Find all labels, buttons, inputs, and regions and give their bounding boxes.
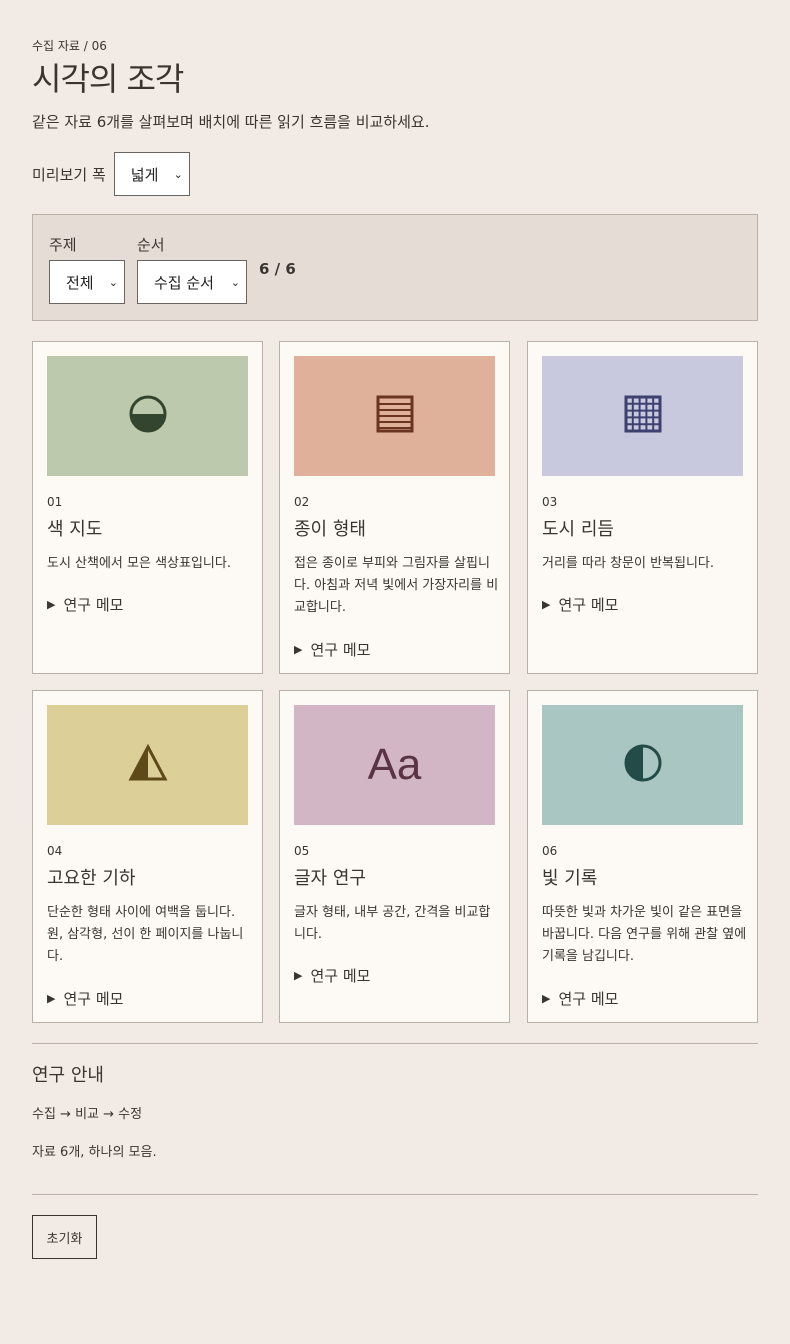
guide-note: 자료 6개, 하나의 모음. <box>32 1145 157 1160</box>
card-description: 접은 종이로 부피와 그림자를 살핍니다. 아침과 저녁 빛에서 가장자리를 비… <box>294 556 499 615</box>
chevron-down-icon: ⌄ <box>230 275 240 289</box>
half-circle-icon <box>128 394 168 438</box>
card-city-rhythm: 03 도시 리듬 거리를 따라 창문이 반복됩니다. ▶ 연구 메모 <box>527 341 758 674</box>
disclosure-triangle-icon: ▶ <box>47 598 56 611</box>
filter-panel: 주제 전체 ⌄ 순서 수집 순서 ⌄ 6 / 6 <box>32 214 758 321</box>
card-thumbnail <box>294 356 495 476</box>
guide-title: 연구 안내 <box>32 1065 104 1086</box>
divider <box>32 1194 758 1195</box>
research-memo-toggle[interactable]: ▶ 연구 메모 <box>294 639 370 660</box>
reset-button[interactable]: 초기화 <box>32 1215 97 1259</box>
topic-value: 전체 <box>66 273 94 292</box>
triangle-icon <box>128 743 168 787</box>
striped-square-icon <box>375 394 415 438</box>
disclosure-triangle-icon: ▶ <box>294 969 303 982</box>
disclosure-triangle-icon: ▶ <box>47 992 56 1005</box>
card-number: 04 <box>47 844 63 858</box>
memo-label: 연구 메모 <box>310 967 371 985</box>
disclosure-triangle-icon: ▶ <box>294 643 303 656</box>
disclosure-triangle-icon: ▶ <box>542 992 551 1005</box>
disclosure-triangle-icon: ▶ <box>542 598 551 611</box>
page-title: 시각의 조각 <box>32 60 184 98</box>
research-memo-toggle[interactable]: ▶ 연구 메모 <box>47 988 123 1009</box>
card-paper-form: 02 종이 형태 접은 종이로 부피와 그림자를 살핍니다. 아침과 저녁 빛에… <box>279 341 510 674</box>
card-description: 따뜻한 빛과 차가운 빛이 같은 표면을 바꿉니다. 다음 연구를 위해 관찰 … <box>542 905 747 964</box>
memo-label: 연구 메모 <box>63 990 124 1008</box>
card-thumbnail: Aa <box>294 705 495 825</box>
chevron-down-icon: ⌄ <box>173 167 183 181</box>
card-number: 03 <box>542 495 558 509</box>
research-memo-toggle[interactable]: ▶ 연구 메모 <box>542 594 618 615</box>
card-description: 거리를 따라 창문이 반복됩니다. <box>542 556 715 571</box>
half-moon-icon <box>623 743 663 787</box>
intro-text: 같은 자료 6개를 살펴보며 배치에 따른 읽기 흐름을 비교하세요. <box>32 113 430 131</box>
topic-label: 주제 <box>49 236 77 254</box>
preview-width-select[interactable]: 넓게 ⌄ <box>113 152 190 196</box>
divider <box>32 1043 758 1044</box>
card-title: 고요한 기하 <box>47 868 136 889</box>
card-color-map: 01 색 지도 도시 산책에서 모은 색상표입니다. ▶ 연구 메모 <box>32 341 263 674</box>
card-number: 06 <box>542 844 558 858</box>
topic-select[interactable]: 전체 ⌄ <box>49 260 125 304</box>
card-number: 02 <box>294 495 310 509</box>
card-number: 01 <box>47 495 63 509</box>
chevron-down-icon: ⌄ <box>108 275 118 289</box>
card-quiet-geometry: 04 고요한 기하 단순한 형태 사이에 여백을 둡니다. 원, 삼각형, 선이… <box>32 690 263 1023</box>
result-count: 6 / 6 <box>259 260 296 278</box>
research-memo-toggle[interactable]: ▶ 연구 메모 <box>47 594 123 615</box>
card-title: 도시 리듬 <box>542 519 614 540</box>
card-light-record: 06 빛 기록 따뜻한 빛과 차가운 빛이 같은 표면을 바꿉니다. 다음 연구… <box>527 690 758 1023</box>
card-thumbnail <box>47 356 248 476</box>
research-memo-toggle[interactable]: ▶ 연구 메모 <box>542 988 618 1009</box>
card-type-study: Aa 05 글자 연구 글자 형태, 내부 공간, 간격을 비교합니다. ▶ 연… <box>279 690 510 1023</box>
order-select[interactable]: 수집 순서 ⌄ <box>137 260 247 304</box>
card-description: 단순한 형태 사이에 여백을 둡니다. 원, 삼각형, 선이 한 페이지를 나눕… <box>47 905 244 964</box>
type-sample-icon: Aa <box>367 740 422 789</box>
card-thumbnail <box>542 705 743 825</box>
memo-label: 연구 메모 <box>63 596 124 614</box>
card-title: 색 지도 <box>47 519 103 540</box>
card-thumbnail <box>542 356 743 476</box>
memo-label: 연구 메모 <box>310 641 371 659</box>
card-description: 도시 산책에서 모은 색상표입니다. <box>47 556 231 571</box>
guide-flow: 수집 → 비교 → 수정 <box>32 1107 143 1122</box>
order-value: 수집 순서 <box>154 273 214 292</box>
card-title: 빛 기록 <box>542 868 598 889</box>
card-description: 글자 형태, 내부 공간, 간격을 비교합니다. <box>294 905 491 942</box>
breadcrumb: 수집 자료 / 06 <box>32 39 107 53</box>
preview-width-value: 넓게 <box>130 165 159 184</box>
preview-width-row: 미리보기 폭 넓게 ⌄ <box>32 152 190 196</box>
grid-icon <box>623 394 663 438</box>
preview-width-label: 미리보기 폭 <box>32 165 106 184</box>
order-label: 순서 <box>137 236 165 254</box>
card-title: 글자 연구 <box>294 868 366 889</box>
card-title: 종이 형태 <box>294 519 366 540</box>
card-number: 05 <box>294 844 310 858</box>
card-thumbnail <box>47 705 248 825</box>
memo-label: 연구 메모 <box>558 596 619 614</box>
memo-label: 연구 메모 <box>558 990 619 1008</box>
research-memo-toggle[interactable]: ▶ 연구 메모 <box>294 965 370 986</box>
